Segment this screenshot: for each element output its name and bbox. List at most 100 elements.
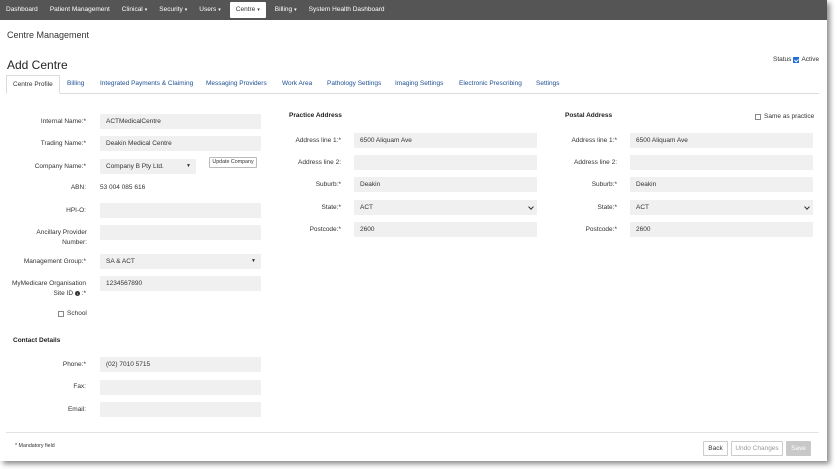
nav-system-health-dashboard[interactable]: System Health Dashboard [303,0,391,20]
postal-suburb-input[interactable]: Deakin [630,177,813,192]
tab-electronic-prescribing[interactable]: Electronic Prescribing [459,75,522,94]
trading-name-input[interactable]: Deakin Medical Centre [100,136,261,151]
management-group-value: SA & ACT [106,258,135,265]
nav-label: Clinical [121,6,143,13]
caret-down-icon: ▾ [257,7,260,13]
hpio-input[interactable] [100,203,261,218]
caret-down-icon: ▾ [218,7,221,13]
company-name-value: Company B Pty Ltd. [106,163,164,170]
nav-label: Security [159,6,183,13]
practice-line1-label: Address line 1:* [295,137,341,144]
chevron-down-icon [804,204,810,210]
phone-input[interactable]: (02) 7010 5715 [100,357,261,372]
mymedicare-site-id-input[interactable]: 1234567890 [100,276,261,291]
tab-integrated-payments[interactable]: Integrated Payments & Claiming [100,75,193,94]
abn-label: ABN: [70,184,86,191]
fax-label: Fax: [73,383,86,390]
mandatory-note: * Mandatory field [15,443,55,449]
ancillary-provider-input[interactable] [100,225,261,240]
status-value-label: Active [801,56,820,63]
nav-label: Users [199,6,217,13]
caret-down-icon: ▾ [294,7,297,13]
practice-state-value: ACT [360,204,373,211]
caret-down-icon: ▼ [251,258,256,264]
abn-value: 53 004 085 616 [100,184,146,191]
nav-label: Dashboard [6,6,38,13]
nav-security[interactable]: Security ▾ [153,0,193,20]
practice-address-title: Practice Address [289,112,342,119]
postal-line2-label: Address line 2: [574,159,617,166]
caret-down-icon: ▼ [186,163,191,169]
nav-label: System Health Dashboard [308,6,385,13]
school-checkbox[interactable] [58,310,64,317]
tab-settings[interactable]: Settings [536,75,560,94]
app-window: Dashboard Patient Management Clinical ▾ S… [0,0,827,461]
company-name-label: Company Name:* [34,163,86,170]
back-button[interactable]: Back [703,441,728,456]
breadcrumb: Centre Management [7,30,90,40]
school-checkbox-row: School [58,310,87,317]
practice-postcode-label: Postcode:* [309,226,341,233]
tab-imaging-settings[interactable]: Imaging Settings [395,75,443,94]
status-label: Status [773,56,792,63]
nav-users[interactable]: Users ▾ [193,0,227,20]
practice-state-label: State:* [321,204,341,211]
nav-label: Patient Management [49,6,110,13]
nav-clinical[interactable]: Clinical ▾ [116,0,153,20]
chevron-down-icon [528,204,534,210]
postal-state-label: State:* [597,204,617,211]
top-nav: Dashboard Patient Management Clinical ▾ S… [0,0,827,20]
trading-name-label: Trading Name:* [40,140,86,147]
postal-postcode-input[interactable]: 2600 [630,222,813,237]
practice-suburb-label: Suburb:* [315,181,341,188]
tab-messaging-providers[interactable]: Messaging Providers [206,75,267,94]
management-group-label: Management Group:* [23,258,86,265]
footer-divider [6,432,819,433]
practice-line2-input[interactable] [354,155,537,170]
phone-label: Phone:* [62,361,86,368]
nav-label: Centre [235,6,256,13]
same-as-practice-checkbox[interactable] [755,113,761,120]
status-control: Status Active [773,56,819,63]
practice-state-select[interactable]: ACT [354,200,537,215]
update-company-button[interactable]: Update Company [209,157,257,168]
internal-name-label: Internal Name:* [40,118,86,125]
contact-details-title: Contact Details [13,337,61,344]
practice-postcode-input[interactable]: 2600 [354,222,537,237]
postal-address-title: Postal Address [565,112,613,119]
nav-billing[interactable]: Billing ▾ [269,0,303,20]
mymedicare-label-text: Site ID [53,290,74,297]
tab-pathology-settings[interactable]: Pathology Settings [327,75,381,94]
company-name-select[interactable]: Company B Pty Ltd. ▼ [100,159,196,174]
required-marker: :* [81,290,86,297]
practice-line2-label: Address line 2: [298,159,341,166]
status-active-checkbox[interactable] [793,56,800,63]
internal-name-input[interactable]: ACTMedicalCentre [100,114,261,129]
postal-suburb-label: Suburb:* [591,181,617,188]
nav-dashboard[interactable]: Dashboard [0,0,44,20]
page-title: Add Centre [7,58,68,72]
practice-suburb-input[interactable]: Deakin [354,177,537,192]
postal-line1-input[interactable]: 6500 Aliquam Ave [630,133,813,148]
undo-changes-button[interactable]: Undo Changes [731,441,783,456]
mymedicare-label-line2: Site ID i :* [54,290,86,297]
postal-state-select[interactable]: ACT [630,200,813,215]
fax-input[interactable] [100,380,261,395]
postal-line2-input[interactable] [630,155,813,170]
mymedicare-label-line1: MyMedicare Organisation [11,280,86,287]
info-icon[interactable]: i [74,290,80,296]
email-input[interactable] [100,402,261,417]
tab-work-area[interactable]: Work Area [282,75,312,94]
nav-centre[interactable]: Centre ▾ [229,2,266,18]
tab-bar: Centre Profile Billing Integrated Paymen… [6,75,819,94]
same-as-practice-label: Same as practice [764,113,815,120]
tab-centre-profile[interactable]: Centre Profile [6,75,60,94]
postal-line1-label: Address line 1:* [571,137,617,144]
postal-postcode-label: Postcode:* [585,226,617,233]
tab-billing[interactable]: Billing [67,75,84,94]
save-button[interactable]: Save [786,441,811,456]
hpio-label: HPI-O: [66,207,86,214]
practice-line1-input[interactable]: 6500 Aliquam Ave [354,133,537,148]
nav-patient-management[interactable]: Patient Management [44,0,116,20]
management-group-select[interactable]: SA & ACT ▼ [100,254,261,269]
